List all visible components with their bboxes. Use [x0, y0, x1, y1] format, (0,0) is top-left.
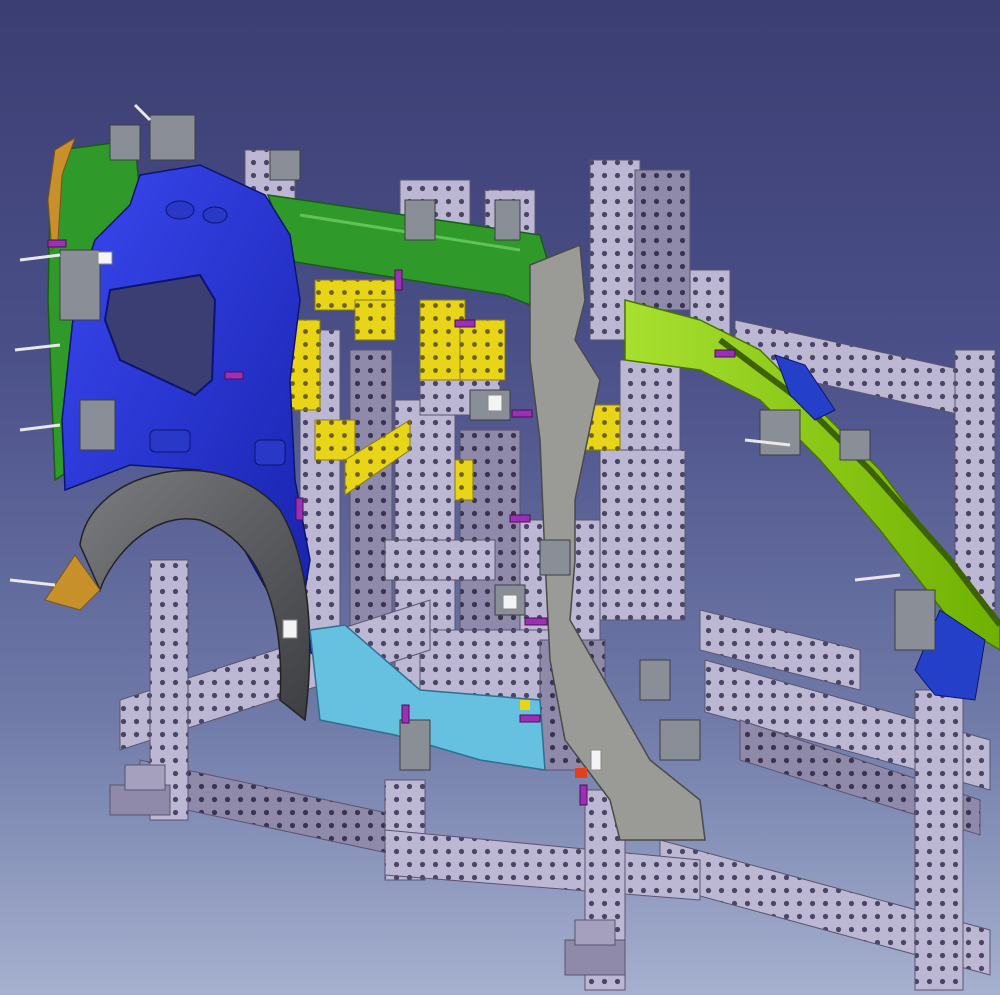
sensor-marker — [520, 700, 530, 710]
cad-3d-viewport[interactable] — [0, 0, 1000, 995]
sensor-marker-red — [575, 768, 587, 778]
fixture-model[interactable] — [0, 0, 1000, 995]
